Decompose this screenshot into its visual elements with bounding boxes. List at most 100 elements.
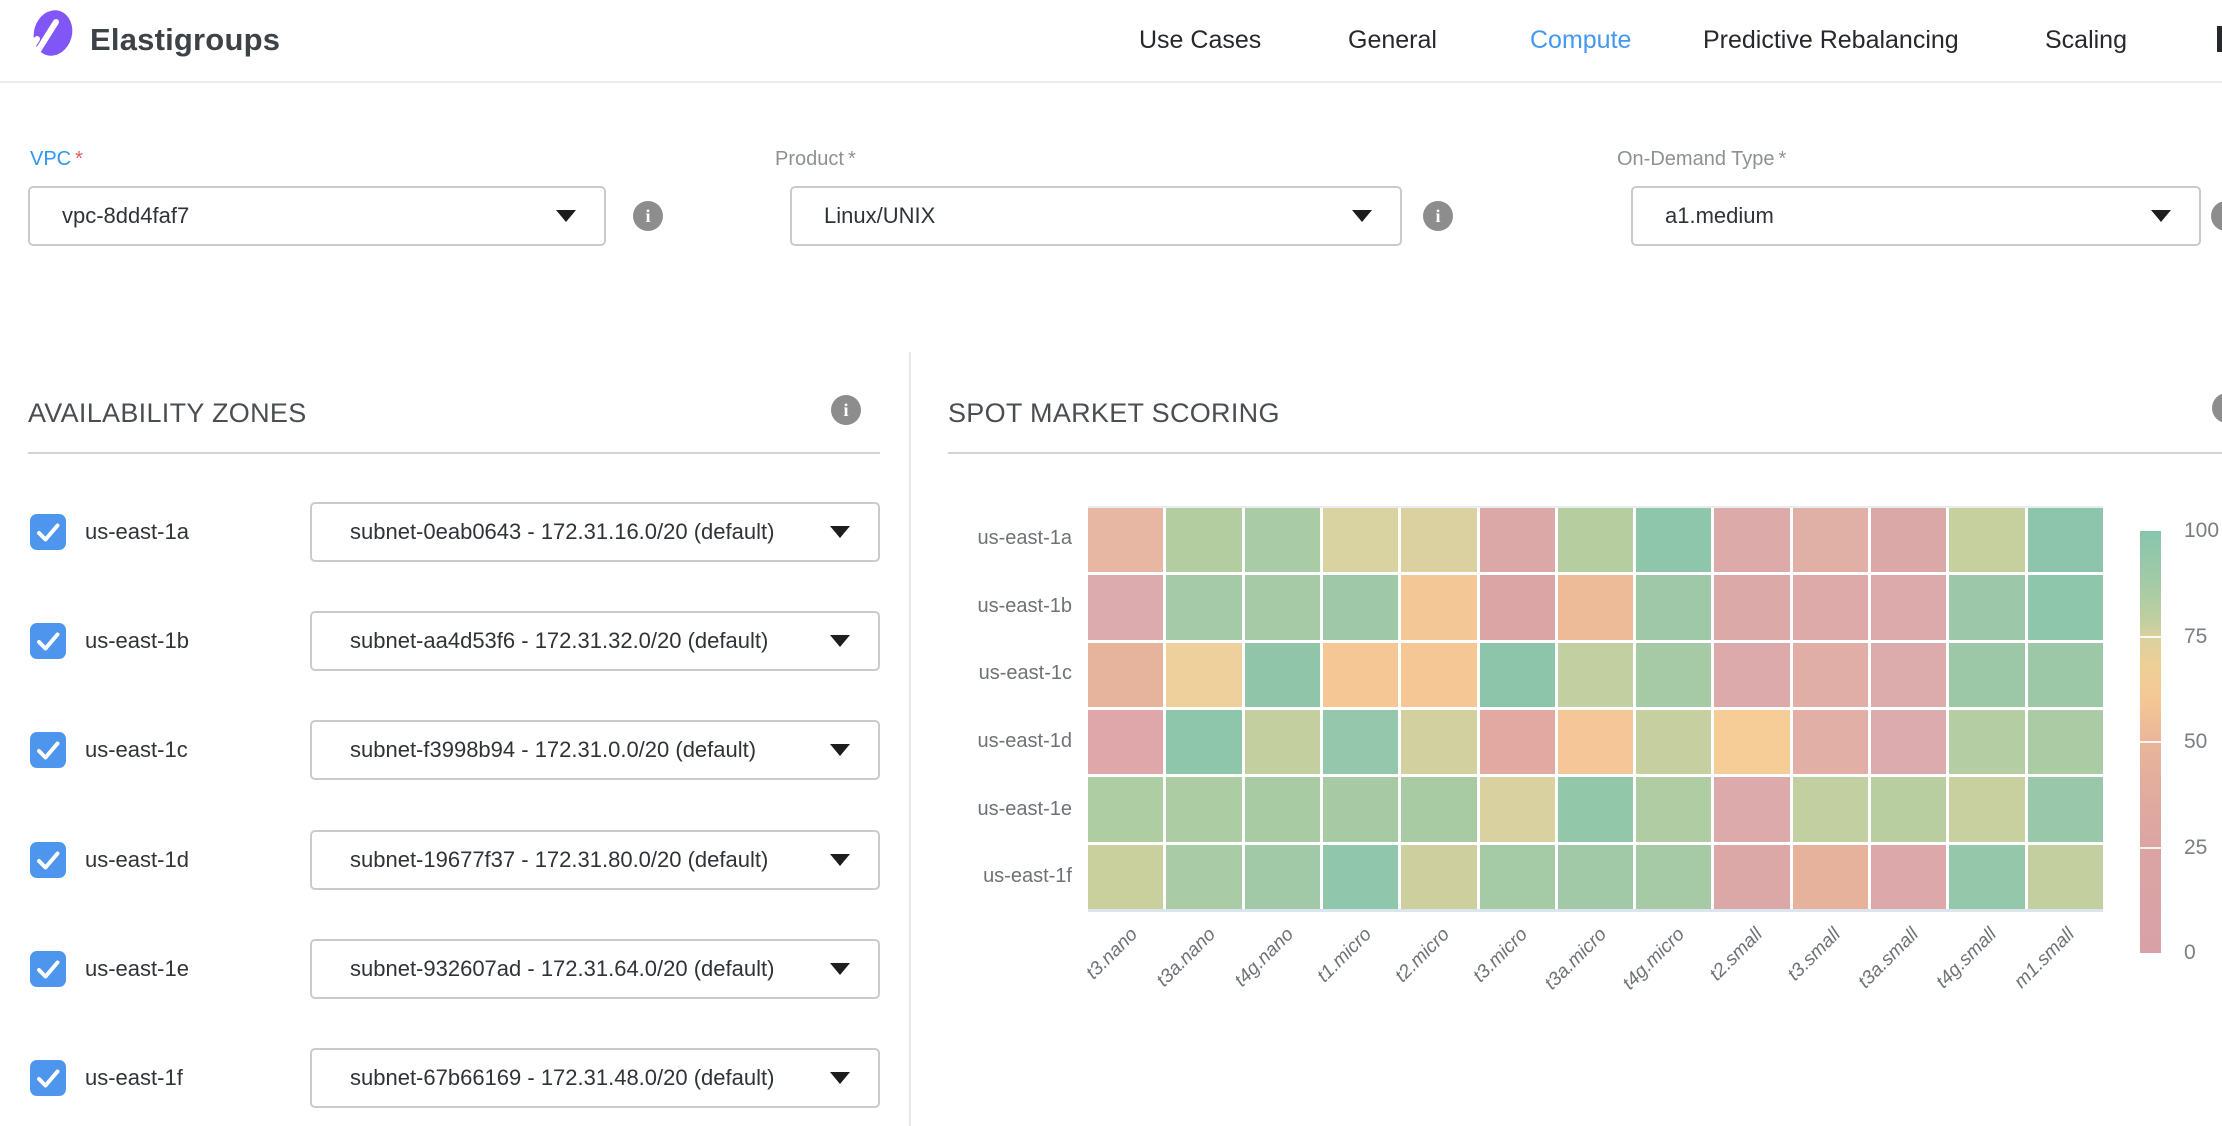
- subnet-select-us-east-1f[interactable]: subnet-67b66169 - 172.31.48.0/20 (defaul…: [310, 1048, 880, 1108]
- heatmap-cell[interactable]: [1949, 575, 2024, 639]
- heatmap-cell[interactable]: [1401, 508, 1476, 572]
- heatmap-cell[interactable]: [1088, 845, 1163, 909]
- heatmap-cell[interactable]: [1949, 845, 2024, 909]
- heatmap-cell[interactable]: [1714, 643, 1789, 707]
- heatmap-cell[interactable]: [1793, 508, 1868, 572]
- heatmap-cell[interactable]: [1793, 777, 1868, 841]
- heatmap-cell[interactable]: [2028, 643, 2103, 707]
- az-checkbox-us-east-1b[interactable]: [30, 623, 66, 659]
- nav-item-scaling[interactable]: Scaling: [2045, 0, 2127, 81]
- heatmap-cell[interactable]: [1949, 777, 2024, 841]
- heatmap-cell[interactable]: [1480, 575, 1555, 639]
- subnet-select-us-east-1b[interactable]: subnet-aa4d53f6 - 172.31.32.0/20 (defaul…: [310, 611, 880, 671]
- heatmap-cell[interactable]: [1088, 777, 1163, 841]
- heatmap-cell[interactable]: [1949, 643, 2024, 707]
- az-checkbox-us-east-1c[interactable]: [30, 732, 66, 768]
- heatmap-cell[interactable]: [2028, 845, 2103, 909]
- az-checkbox-us-east-1a[interactable]: [30, 514, 66, 550]
- heatmap-cell[interactable]: [1166, 575, 1241, 639]
- heatmap-cell[interactable]: [1088, 575, 1163, 639]
- heatmap-cell[interactable]: [1480, 845, 1555, 909]
- heatmap-cell[interactable]: [1166, 508, 1241, 572]
- heatmap-cell[interactable]: [1088, 643, 1163, 707]
- heatmap-cell[interactable]: [1558, 845, 1633, 909]
- heatmap-cell[interactable]: [1636, 575, 1711, 639]
- heatmap-cell[interactable]: [1871, 777, 1946, 841]
- heatmap-cell[interactable]: [1793, 643, 1868, 707]
- heatmap-cell[interactable]: [2028, 575, 2103, 639]
- on-demand-type-select[interactable]: a1.medium: [1631, 186, 2201, 246]
- subnet-select-us-east-1e[interactable]: subnet-932607ad - 172.31.64.0/20 (defaul…: [310, 939, 880, 999]
- nav-item-compute[interactable]: Compute: [1530, 0, 1631, 81]
- heatmap-cell[interactable]: [1636, 845, 1711, 909]
- heatmap-cell[interactable]: [1166, 777, 1241, 841]
- heatmap-cell[interactable]: [1245, 845, 1320, 909]
- heatmap-cell[interactable]: [1871, 508, 1946, 572]
- heatmap-cell[interactable]: [2028, 710, 2103, 774]
- heatmap-cell[interactable]: [2028, 777, 2103, 841]
- heatmap-cell[interactable]: [1480, 508, 1555, 572]
- heatmap-cell[interactable]: [1949, 710, 2024, 774]
- subnet-select-us-east-1d[interactable]: subnet-19677f37 - 172.31.80.0/20 (defaul…: [310, 830, 880, 890]
- heatmap-cell[interactable]: [1636, 777, 1711, 841]
- heatmap-cell[interactable]: [1401, 710, 1476, 774]
- heatmap-cell[interactable]: [1636, 508, 1711, 572]
- heatmap-cell[interactable]: [1558, 710, 1633, 774]
- heatmap-cell[interactable]: [1714, 710, 1789, 774]
- heatmap-cell[interactable]: [1323, 777, 1398, 841]
- heatmap-cell[interactable]: [2028, 508, 2103, 572]
- vpc-info-icon[interactable]: i: [633, 201, 663, 231]
- az-checkbox-us-east-1e[interactable]: [30, 951, 66, 987]
- heatmap-cell[interactable]: [1401, 575, 1476, 639]
- heatmap-cell[interactable]: [1401, 643, 1476, 707]
- heatmap-cell[interactable]: [1323, 845, 1398, 909]
- heatmap-cell[interactable]: [1949, 508, 2024, 572]
- heatmap-cell[interactable]: [1871, 643, 1946, 707]
- heatmap-cell[interactable]: [1166, 710, 1241, 774]
- heatmap-cell[interactable]: [1480, 643, 1555, 707]
- nav-item-predictive-rebalancing[interactable]: Predictive Rebalancing: [1703, 0, 1959, 81]
- heatmap-cell[interactable]: [1323, 643, 1398, 707]
- heatmap-cell[interactable]: [1480, 710, 1555, 774]
- subnet-select-us-east-1a[interactable]: subnet-0eab0643 - 172.31.16.0/20 (defaul…: [310, 502, 880, 562]
- heatmap-cell[interactable]: [1871, 845, 1946, 909]
- heatmap-cell[interactable]: [1714, 845, 1789, 909]
- heatmap-cell[interactable]: [1558, 643, 1633, 707]
- heatmap-cell[interactable]: [1166, 643, 1241, 707]
- az-checkbox-us-east-1d[interactable]: [30, 842, 66, 878]
- heatmap-cell[interactable]: [1793, 710, 1868, 774]
- heatmap-cell[interactable]: [1793, 845, 1868, 909]
- heatmap-cell[interactable]: [1558, 575, 1633, 639]
- subnet-select-us-east-1c[interactable]: subnet-f3998b94 - 172.31.0.0/20 (default…: [310, 720, 880, 780]
- on-demand-info-icon-clipped[interactable]: i: [2211, 201, 2222, 231]
- heatmap-cell[interactable]: [1714, 575, 1789, 639]
- nav-item-general[interactable]: General: [1348, 0, 1437, 81]
- nav-item-use-cases[interactable]: Use Cases: [1139, 0, 1261, 81]
- product-select[interactable]: Linux/UNIX: [790, 186, 1402, 246]
- heatmap-cell[interactable]: [1480, 777, 1555, 841]
- heatmap-cell[interactable]: [1871, 710, 1946, 774]
- heatmap-cell[interactable]: [1636, 710, 1711, 774]
- heatmap-cell[interactable]: [1323, 710, 1398, 774]
- heatmap-cell[interactable]: [1245, 777, 1320, 841]
- heatmap-cell[interactable]: [1793, 575, 1868, 639]
- spot-scoring-info-icon-clipped[interactable]: i: [2212, 393, 2222, 423]
- heatmap-cell[interactable]: [1323, 508, 1398, 572]
- heatmap-cell[interactable]: [1245, 710, 1320, 774]
- nav-item-clipped[interactable]: [2217, 26, 2222, 52]
- heatmap-cell[interactable]: [1401, 845, 1476, 909]
- heatmap-cell[interactable]: [1636, 643, 1711, 707]
- heatmap-cell[interactable]: [1088, 508, 1163, 572]
- heatmap-cell[interactable]: [1323, 575, 1398, 639]
- az-checkbox-us-east-1f[interactable]: [30, 1060, 66, 1096]
- heatmap-cell[interactable]: [1871, 575, 1946, 639]
- availability-zones-info-icon[interactable]: i: [831, 395, 861, 425]
- heatmap-cell[interactable]: [1245, 575, 1320, 639]
- heatmap-cell[interactable]: [1714, 777, 1789, 841]
- heatmap-cell[interactable]: [1166, 845, 1241, 909]
- heatmap-cell[interactable]: [1558, 508, 1633, 572]
- heatmap-cell[interactable]: [1401, 777, 1476, 841]
- product-info-icon[interactable]: i: [1423, 201, 1453, 231]
- heatmap-cell[interactable]: [1558, 777, 1633, 841]
- heatmap-cell[interactable]: [1088, 710, 1163, 774]
